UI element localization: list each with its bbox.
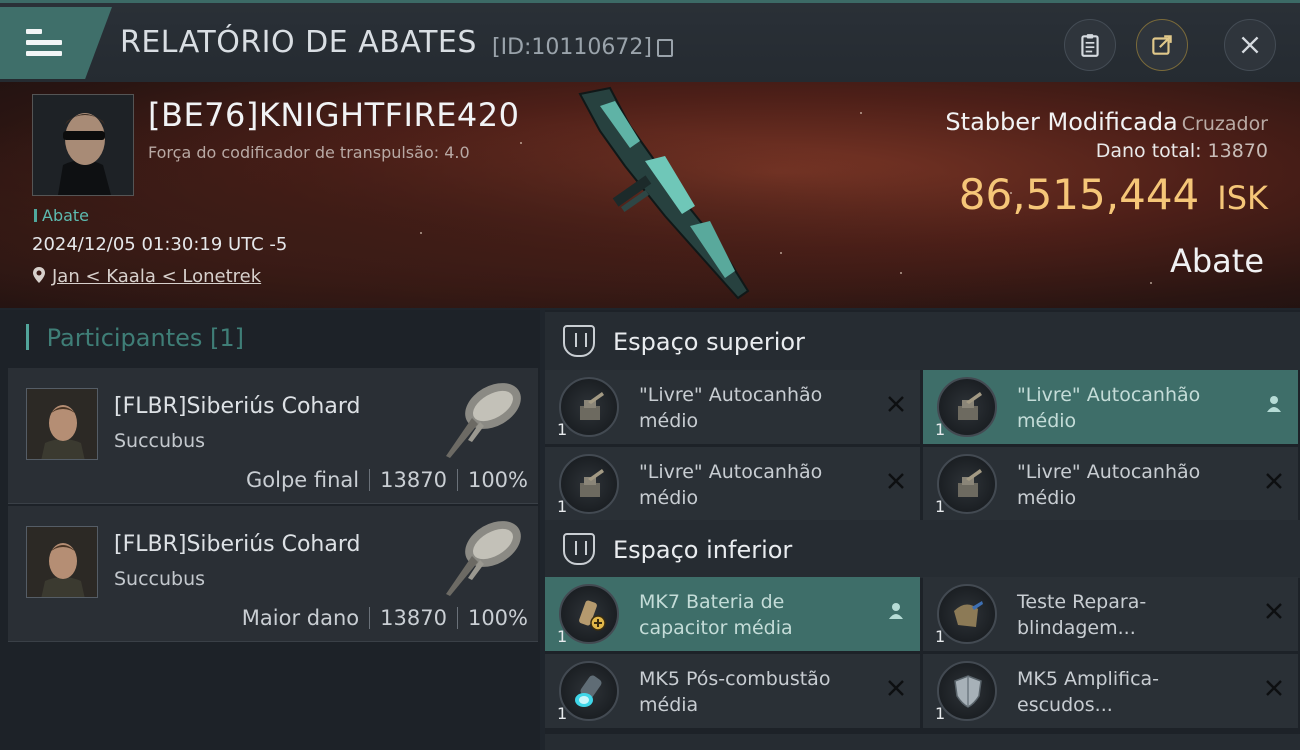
participant-stats: Maior dano 13870 100% [242, 606, 528, 630]
autocannon-icon [559, 454, 619, 514]
shield-amplifier-icon [937, 661, 997, 721]
location-pin-icon [33, 267, 45, 283]
destroyed-icon [1266, 603, 1282, 619]
destroyed-icon [888, 680, 904, 696]
item-quantity: 1 [935, 420, 946, 439]
killmail-window: RELATÓRIO DE ABATES [ID:10110672] [BE76]… [0, 0, 1300, 750]
fitting-item[interactable]: 1 "Livre" Autocanhão médio [923, 447, 1298, 521]
participant-row[interactable]: [FLBR]Siberiús Cohard Succubus Maior dan… [8, 506, 538, 642]
participant-avatar[interactable] [26, 388, 98, 460]
item-name: MK7 Bateria de capacitor média [639, 591, 793, 639]
kill-location[interactable]: Jan < Kaala < Lonetrek [32, 266, 261, 287]
fitting-panel: Espaço superior 1 "Livre" Autocanhão méd… [545, 310, 1300, 750]
page-title: RELATÓRIO DE ABATES [120, 25, 477, 60]
participant-ship: Succubus [114, 568, 206, 590]
kill-type-badge: Abate [34, 206, 89, 225]
item-quantity: 1 [557, 497, 568, 516]
fitting-item[interactable]: 1 "Livre" Autocanhão médio [545, 370, 920, 444]
item-quantity: 1 [935, 627, 946, 646]
next-section-header [545, 734, 1300, 750]
clipboard-button[interactable] [1064, 19, 1116, 71]
participant-damage: 13870 [380, 468, 447, 492]
kill-datetime: 2024/12/05 01:30:19 UTC -5 [32, 234, 288, 255]
participant-row[interactable]: [FLBR]Siberiús Cohard Succubus Golpe fin… [8, 368, 538, 504]
hamburger-menu-icon [26, 29, 62, 57]
autocannon-icon [937, 454, 997, 514]
final-blow-label: Golpe final [246, 468, 360, 492]
item-quantity: 1 [935, 497, 946, 516]
close-button[interactable] [1224, 19, 1276, 71]
item-name: "Livre" Autocanhão médio [1017, 461, 1201, 509]
fitting-item[interactable]: 1 Teste Repara-blindagem... [923, 577, 1298, 651]
participant-ship-image[interactable] [438, 374, 528, 464]
item-name: "Livre" Autocanhão médio [639, 384, 823, 432]
participant-stats: Golpe final 13870 100% [246, 468, 528, 492]
kill-outcome: Abate [1169, 242, 1264, 280]
destroyed-icon [1266, 473, 1282, 489]
fitting-item[interactable]: 1 MK5 Pós-combustão média [545, 654, 920, 728]
section-title: Espaço superior [613, 328, 805, 356]
autocannon-icon [937, 377, 997, 437]
menu-button[interactable] [0, 7, 112, 79]
close-icon [1241, 36, 1259, 54]
participant-percent: 100% [467, 606, 528, 630]
copy-icon[interactable] [657, 39, 673, 57]
location-link[interactable]: Jan < Kaala < Lonetrek [52, 266, 261, 287]
participant-name[interactable]: [FLBR]Siberiús Cohard [114, 394, 360, 419]
item-name: "Livre" Autocanhão médio [1017, 384, 1201, 432]
section-title: Espaço inferior [613, 536, 793, 564]
participant-percent: 100% [467, 468, 528, 492]
killmail-id: [ID:10110672] [492, 35, 652, 60]
fitting-item[interactable]: 1 "Livre" Autocanhão médio [545, 447, 920, 521]
total-damage: Dano total: 13870 [1095, 140, 1268, 162]
destroyed-icon [888, 473, 904, 489]
item-name: "Livre" Autocanhão médio [639, 461, 823, 509]
participant-damage: 13870 [380, 606, 447, 630]
dropped-person-icon [1267, 396, 1281, 412]
isk-value: 86,515,444 ISK [958, 170, 1268, 219]
item-name: MK5 Amplifica-escudos... [1017, 668, 1160, 716]
item-name: MK5 Pós-combustão média [639, 668, 831, 716]
participant-avatar[interactable] [26, 526, 98, 598]
item-quantity: 1 [557, 420, 568, 439]
autocannon-icon [559, 377, 619, 437]
high-slots-header: Espaço superior [545, 312, 1300, 370]
victim-ship-name[interactable]: Stabber Modificada Cruzador [945, 108, 1268, 136]
fitting-item[interactable]: 1 MK5 Amplifica-escudos... [923, 654, 1298, 728]
dropped-person-icon [889, 603, 903, 619]
participant-name[interactable]: [FLBR]Siberiús Cohard [114, 532, 360, 557]
victim-attribute: Força do codificador de transpulsão: 4.0 [148, 143, 470, 162]
clipboard-icon [1081, 34, 1099, 57]
armor-repairer-icon [937, 584, 997, 644]
participants-header: Participantes [1] [26, 324, 244, 352]
item-name: Teste Repara-blindagem... [1017, 591, 1147, 639]
destroyed-icon [1266, 680, 1282, 696]
victim-banner: [BE76]KNIGHTFIRE420 Força do codificador… [0, 82, 1300, 308]
participant-ship-image[interactable] [438, 512, 528, 602]
item-quantity: 1 [935, 704, 946, 723]
ship-class: Cruzador [1181, 113, 1268, 135]
fitting-item[interactable]: 1 MK7 Bateria de capacitor média [545, 577, 920, 651]
participant-ship: Succubus [114, 430, 206, 452]
high-slot-icon [563, 325, 595, 357]
capacitor-battery-icon [559, 584, 619, 644]
low-slots-header: Espaço inferior [545, 520, 1300, 578]
share-button[interactable] [1136, 19, 1188, 71]
fitting-item[interactable]: 1 "Livre" Autocanhão médio [923, 370, 1298, 444]
victim-name[interactable]: [BE76]KNIGHTFIRE420 [148, 96, 520, 134]
afterburner-icon [559, 661, 619, 721]
header-bar: RELATÓRIO DE ABATES [ID:10110672] [0, 0, 1300, 82]
participants-panel: Participantes [1] [FLBR]Siberiús Cohard … [0, 310, 540, 750]
low-slot-icon [563, 533, 595, 565]
destroyed-icon [888, 396, 904, 412]
victim-avatar[interactable] [32, 94, 134, 196]
top-damage-label: Maior dano [241, 606, 360, 630]
victim-ship-image[interactable] [570, 86, 770, 306]
item-quantity: 1 [557, 704, 568, 723]
share-icon [1152, 35, 1172, 55]
item-quantity: 1 [557, 627, 568, 646]
